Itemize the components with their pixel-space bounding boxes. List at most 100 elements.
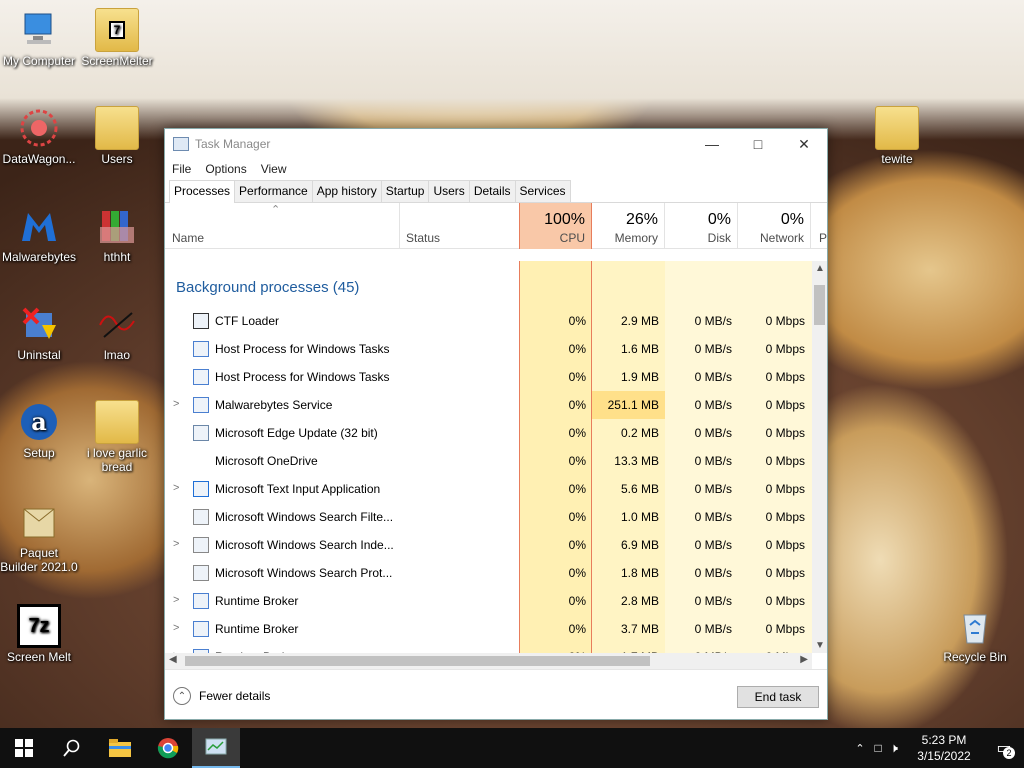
desktop-icon-uninstal[interactable]: Uninstal bbox=[0, 302, 78, 362]
end-task-button[interactable]: End task bbox=[737, 686, 819, 708]
tab-performance[interactable]: Performance bbox=[234, 180, 313, 202]
process-name: Malwarebytes Service bbox=[215, 398, 333, 412]
table-row[interactable]: Microsoft Windows Search Filte... 0% 1.0 M… bbox=[165, 503, 812, 531]
sort-arrow-icon: ⌃ bbox=[271, 204, 281, 216]
cpu-value: 0% bbox=[568, 594, 586, 608]
desktop-icon-screenmelter[interactable]: 7 ScreenMelter bbox=[78, 8, 156, 68]
process-icon bbox=[193, 425, 209, 441]
horizontal-scrollbar[interactable]: ◀ ▶ bbox=[165, 653, 812, 669]
tab-processes[interactable]: Processes bbox=[169, 180, 236, 203]
search-button[interactable] bbox=[48, 728, 96, 768]
desktop-icon-label: ScreenMelter bbox=[81, 54, 153, 68]
table-row[interactable]: > Microsoft Text Input Application 0% 5.6 M… bbox=[165, 475, 812, 503]
desktop-icon-garlic-bread[interactable]: i love garlic bread bbox=[78, 400, 156, 474]
desktop-icon-datawagon[interactable]: DataWagon... bbox=[0, 106, 78, 166]
expand-arrow-icon[interactable]: > bbox=[173, 594, 179, 606]
desktop-icon-screen-melt[interactable]: 7z Screen Melt bbox=[0, 604, 78, 664]
column-header: ⌃ Name Status 100% CPU 26% Memory 0% Dis… bbox=[165, 203, 827, 249]
desktop-icon-label: My Computer bbox=[2, 54, 76, 68]
memory-value: 1.7 MB bbox=[592, 643, 665, 653]
process-name: Microsoft Edge Update (32 bit) bbox=[215, 426, 378, 440]
tab-users[interactable]: Users bbox=[428, 180, 470, 202]
desktop-icon-label: i love garlic bread bbox=[86, 446, 148, 474]
close-button[interactable]: ✕ bbox=[781, 129, 827, 159]
table-row[interactable]: Microsoft Edge Update (32 bit) 0% 0.2 MB 0 … bbox=[165, 419, 812, 447]
expand-arrow-icon[interactable]: > bbox=[173, 538, 179, 550]
group-header[interactable]: Background processes (45) bbox=[176, 279, 359, 296]
desktop-icon-lmao[interactable]: lmao bbox=[78, 302, 156, 362]
table-row[interactable]: > Microsoft Windows Search Inde... 0% 6.9 M… bbox=[165, 531, 812, 559]
column-disk[interactable]: 0% Disk bbox=[665, 203, 738, 249]
tab-app-history[interactable]: App history bbox=[311, 180, 382, 202]
disk-value: 0 MB/s bbox=[694, 622, 732, 636]
clock-time: 5:23 PM bbox=[921, 733, 967, 747]
column-cpu[interactable]: 100% CPU bbox=[519, 203, 592, 249]
vertical-scroll-thumb[interactable] bbox=[814, 285, 825, 325]
process-icon bbox=[193, 481, 209, 497]
books-icon bbox=[95, 204, 139, 248]
desktop-icon-paquet-builder[interactable]: Paquet Builder 2021.0 bbox=[0, 500, 78, 574]
network-icon[interactable]: □ bbox=[875, 741, 882, 755]
column-network[interactable]: 0% Network bbox=[738, 203, 811, 249]
desktop-icon-users[interactable]: Users bbox=[78, 106, 156, 166]
taskbar-task-manager[interactable] bbox=[192, 728, 240, 768]
expand-arrow-icon[interactable]: > bbox=[173, 622, 179, 634]
tab-details[interactable]: Details bbox=[468, 180, 516, 202]
scroll-left-icon[interactable]: ◀ bbox=[169, 654, 177, 665]
vertical-scrollbar[interactable]: ▲ ▼ bbox=[812, 261, 827, 653]
package-icon bbox=[17, 500, 61, 544]
clock-date: 3/15/2022 bbox=[917, 749, 971, 763]
expand-arrow-icon[interactable]: > bbox=[173, 482, 179, 494]
table-row[interactable]: > Malwarebytes Service 0% 251.1 MB 0 MB/s 0 M… bbox=[165, 391, 812, 419]
volume-icon[interactable]: 🕨 bbox=[890, 740, 898, 756]
show-hidden-icons-icon[interactable]: ⌃ bbox=[855, 742, 864, 755]
menu-options[interactable]: Options bbox=[205, 162, 246, 176]
desktop-icon-setup[interactable]: a Setup bbox=[0, 400, 78, 460]
column-name[interactable]: ⌃ Name bbox=[165, 203, 399, 249]
desktop-icon-label: Recycle Bin bbox=[943, 650, 1007, 664]
menu-view[interactable]: View bbox=[261, 162, 287, 176]
table-row[interactable]: Host Process for Windows Tasks 0% 1.6 MB 0 … bbox=[165, 335, 812, 363]
horizontal-scroll-thumb[interactable] bbox=[185, 656, 650, 666]
task-manager-icon bbox=[173, 137, 189, 151]
chevron-up-icon: ⌃ bbox=[173, 687, 191, 705]
maximize-button[interactable]: □ bbox=[735, 129, 781, 159]
clock[interactable]: 5:23 PM 3/15/2022 bbox=[904, 732, 984, 764]
desktop-icon-hthht[interactable]: hthht bbox=[78, 204, 156, 264]
menu-file[interactable]: File bbox=[172, 162, 191, 176]
scroll-down-icon[interactable]: ▼ bbox=[815, 640, 825, 651]
process-icon bbox=[193, 621, 209, 637]
column-power[interactable]: P bbox=[811, 203, 827, 249]
notifications-button[interactable]: ▭ 2 bbox=[984, 728, 1024, 768]
expand-arrow-icon[interactable]: > bbox=[173, 398, 179, 410]
cpu-value: 0% bbox=[568, 482, 586, 496]
cpu-value: 0% bbox=[568, 342, 586, 356]
table-row[interactable]: Host Process for Windows Tasks 0% 1.9 MB 0 … bbox=[165, 363, 812, 391]
start-button[interactable] bbox=[0, 728, 48, 768]
tab-services[interactable]: Services bbox=[514, 180, 571, 202]
desktop-icon-malwarebytes[interactable]: Malwarebytes bbox=[0, 204, 78, 264]
scroll-up-icon[interactable]: ▲ bbox=[815, 263, 825, 274]
table-row[interactable]: Microsoft OneDrive 0% 13.3 MB 0 MB/s 0 Mbps bbox=[165, 447, 812, 475]
process-name: Microsoft Windows Search Filte... bbox=[215, 510, 394, 524]
taskbar-chrome[interactable] bbox=[144, 728, 192, 768]
minimize-button[interactable]: — bbox=[689, 129, 735, 159]
table-row[interactable]: > Runtime Broker 0% 2.8 MB 0 MB/s 0 Mbps bbox=[165, 587, 812, 615]
table-row[interactable]: CTF Loader 0% 2.9 MB 0 MB/s 0 Mbps bbox=[165, 307, 812, 335]
column-memory[interactable]: 26% Memory bbox=[592, 203, 665, 249]
taskbar-file-explorer[interactable] bbox=[96, 728, 144, 768]
title-bar[interactable]: Task Manager — □ ✕ bbox=[165, 129, 827, 159]
table-row[interactable]: Microsoft Windows Search Prot... 0% 1.8 MB… bbox=[165, 559, 812, 587]
search-icon bbox=[63, 739, 80, 757]
desktop-icon-recycle-bin[interactable]: Recycle Bin bbox=[936, 604, 1014, 664]
uninstall-icon bbox=[17, 302, 61, 346]
table-row[interactable]: >Runtime Broker0%1.7 MB0 MB/s0 Mbps bbox=[165, 643, 812, 653]
fewer-details-button[interactable]: ⌃ Fewer details bbox=[173, 687, 270, 705]
desktop-icon-my-computer[interactable]: My Computer bbox=[0, 8, 78, 68]
column-status[interactable]: Status bbox=[399, 203, 519, 249]
scroll-right-icon[interactable]: ▶ bbox=[800, 654, 808, 665]
tab-startup[interactable]: Startup bbox=[380, 180, 430, 202]
desktop-icon-tewite[interactable]: tewite bbox=[858, 106, 936, 166]
process-name: Host Process for Windows Tasks bbox=[215, 370, 390, 384]
table-row[interactable]: > Runtime Broker 0% 3.7 MB 0 MB/s 0 Mbps bbox=[165, 615, 812, 643]
